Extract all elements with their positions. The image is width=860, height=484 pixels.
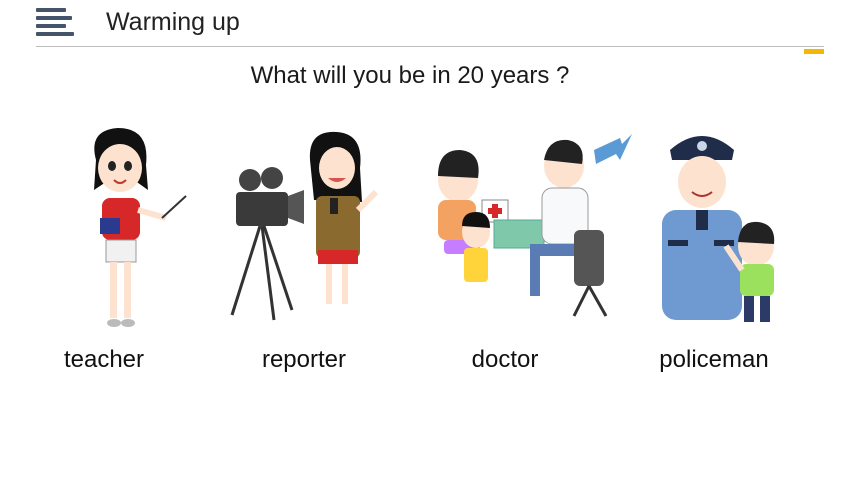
question-text: What will you be in 20 years ?: [250, 62, 570, 89]
job-label-reporter: reporter: [261, 346, 347, 373]
job-label-teacher: teacher: [63, 346, 145, 373]
reporter-illustration: [212, 120, 392, 335]
job-label-doctor: doctor: [471, 346, 539, 373]
policeman-illustration: [650, 120, 830, 335]
slide-title: Warming up: [106, 8, 240, 36]
accent-bar: [804, 49, 824, 54]
header-divider: [36, 46, 824, 47]
menu-lines-icon[interactable]: [36, 8, 76, 38]
teacher-illustration: [38, 120, 218, 335]
job-label-policeman: policeman: [659, 346, 769, 373]
doctor-illustration: [424, 120, 632, 335]
